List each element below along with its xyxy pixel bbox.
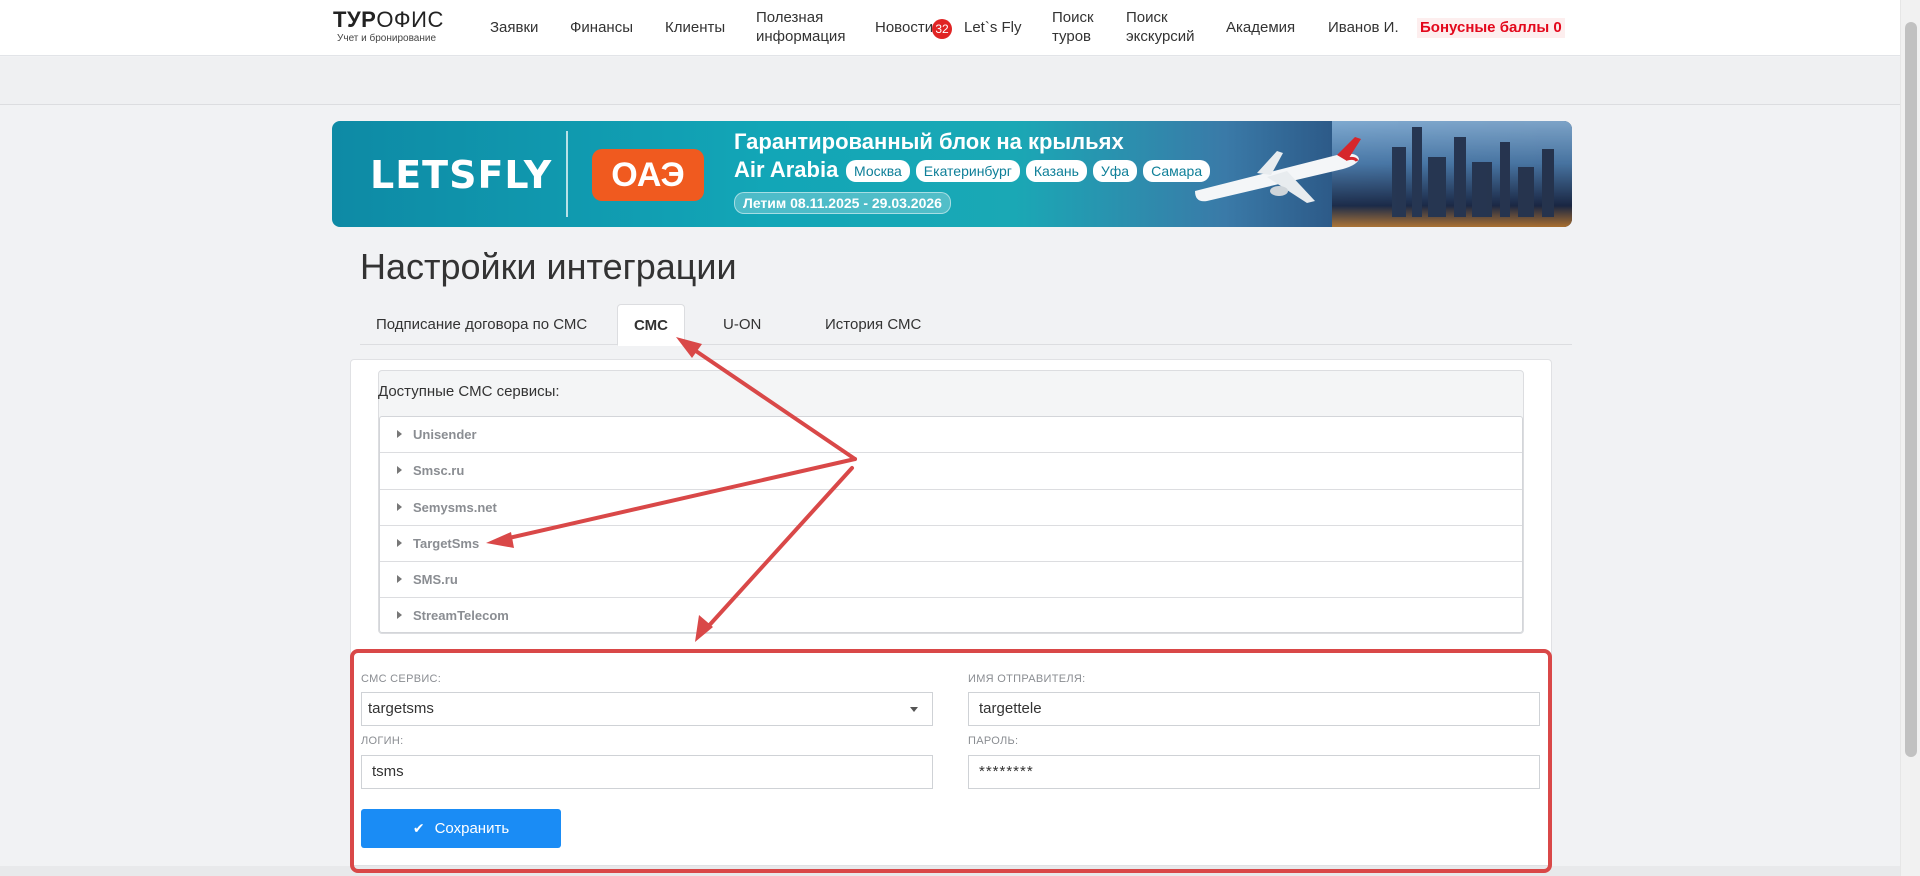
caret-right-icon [397, 466, 402, 475]
caret-right-icon [397, 502, 402, 511]
service-item-semysms[interactable]: Semysms.net [380, 490, 1522, 526]
service-name: Semysms.net [413, 499, 497, 515]
service-name: SMS.ru [413, 572, 458, 588]
nav-tour-search[interactable]: Поиск туров [1052, 8, 1102, 46]
nav-news[interactable]: Новости [875, 18, 933, 37]
service-item-unisender[interactable]: Unisender [380, 417, 1522, 454]
service-item-targetsms[interactable]: TargetSms [380, 526, 1522, 563]
caret-right-icon [397, 538, 402, 547]
country-badge: ОАЭ [592, 149, 704, 201]
city-chip: Казань [1025, 160, 1087, 182]
top-navigation: ТУРОФИС Учет и бронирование Заявки Финан… [0, 0, 1900, 56]
sub-header-strip [0, 57, 1900, 105]
banner-divider [566, 131, 568, 217]
city-chip: Уфа [1092, 160, 1138, 182]
logo[interactable]: ТУРОФИС Учет и бронирование [333, 7, 444, 45]
banner-dates: Летим 08.11.2025 - 29.03.2026 [734, 192, 951, 214]
airplane-image [1195, 137, 1361, 203]
nav-academy[interactable]: Академия [1226, 18, 1295, 37]
city-skyline-image [1332, 121, 1572, 227]
nav-requests[interactable]: Заявки [490, 18, 538, 37]
tab-sms[interactable]: СМС [617, 304, 685, 346]
service-item-streamtelecom[interactable]: StreamTelecom [380, 598, 1522, 634]
logo-subtitle: Учет и бронирование [337, 33, 437, 44]
caret-right-icon [397, 611, 402, 620]
sms-services-list: Unisender Smsc.ru Semysms.net TargetSms … [379, 416, 1523, 633]
caret-right-icon [397, 430, 402, 438]
page-title: Настройки интеграции [360, 246, 737, 287]
logo-bold: ТУР [333, 7, 377, 32]
scrollbar-thumb[interactable] [1905, 22, 1917, 757]
bonus-points[interactable]: Бонусные баллы 0 [1417, 18, 1565, 38]
nav-lets-fly[interactable]: Let`s Fly [964, 18, 1022, 37]
city-chip: Москва [846, 160, 910, 182]
news-count-badge: 32 [932, 19, 952, 39]
caret-right-icon [397, 575, 402, 584]
sms-services-label: Доступные СМС сервисы: [378, 383, 560, 400]
logo-rest: ОФИС [376, 7, 444, 32]
settings-tabs: Подписание договора по СМС СМС U-ON Исто… [360, 304, 1572, 346]
annotation-highlight-box [350, 649, 1552, 873]
tab-sms-history[interactable]: История СМС [809, 304, 937, 345]
scrollbar[interactable] [1900, 0, 1920, 876]
service-item-smsru[interactable]: SMS.ru [380, 562, 1522, 599]
nav-useful-info[interactable]: Полезная информация [756, 8, 856, 46]
service-name: Smsc.ru [413, 463, 465, 479]
letsfly-logo: LETSFLY [370, 153, 553, 197]
service-item-smsc[interactable]: Smsc.ru [380, 453, 1522, 490]
service-name: TargetSms [413, 535, 480, 551]
tab-contract-signing[interactable]: Подписание договора по СМС [360, 304, 603, 345]
nav-excursion-search[interactable]: Поиск экскурсий [1126, 8, 1206, 46]
service-name: StreamTelecom [413, 608, 509, 624]
banner-cities: Москва Екатеринбург Казань Уфа Самара [846, 160, 1211, 182]
nav-finances[interactable]: Финансы [570, 18, 633, 37]
user-menu[interactable]: Иванов И. [1328, 18, 1399, 37]
tab-uon[interactable]: U-ON [707, 304, 777, 345]
banner-title: Гарантированный блок на крыльях [734, 129, 1124, 154]
banner-airline: Air Arabia [734, 157, 839, 182]
service-name: Unisender [413, 427, 477, 442]
nav-clients[interactable]: Клиенты [665, 18, 725, 37]
promo-banner[interactable]: LETSFLY ОАЭ Гарантированный блок на крыл… [332, 121, 1572, 227]
city-chip: Екатеринбург [915, 160, 1020, 182]
